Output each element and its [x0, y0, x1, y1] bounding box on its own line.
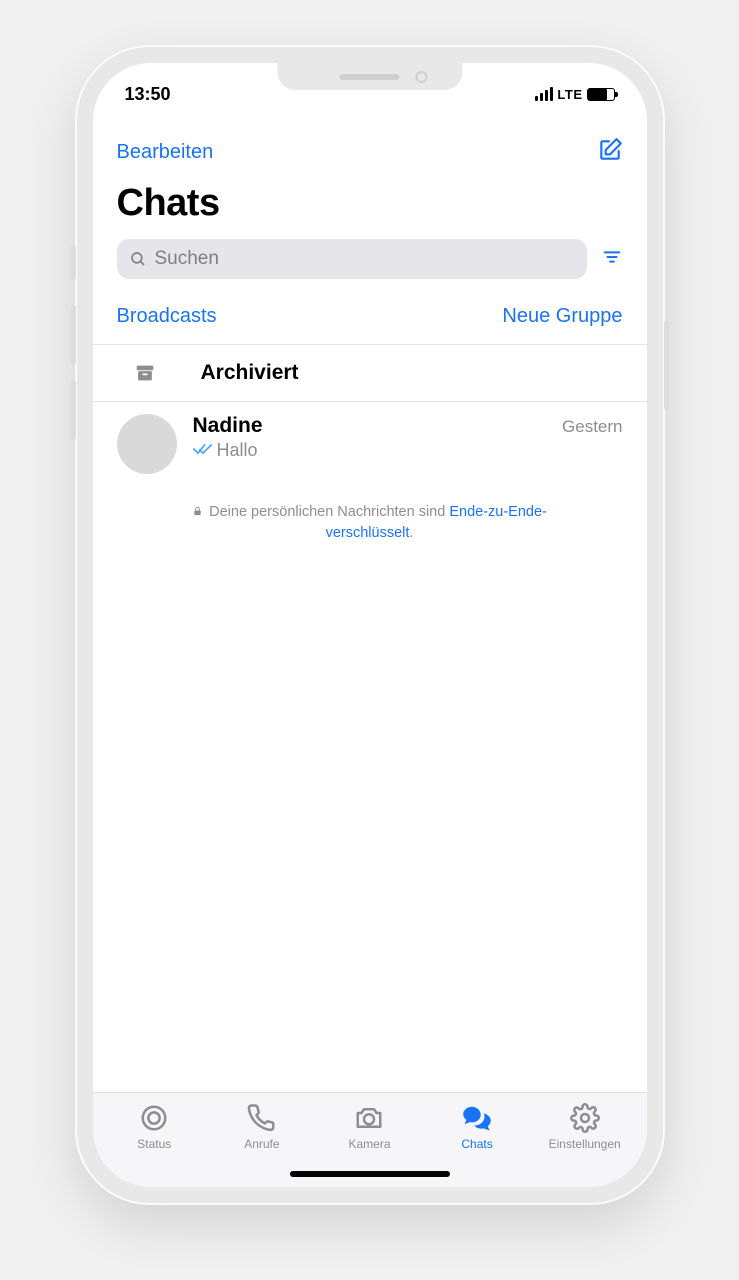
encryption-text-prefix: Deine persönlichen Nachrichten sind: [209, 504, 449, 520]
archive-icon: [117, 362, 173, 384]
page-title: Chats: [117, 182, 623, 225]
tab-calls-label: Anrufe: [244, 1137, 279, 1151]
speaker-grille: [340, 74, 400, 80]
volume-down-button: [71, 380, 76, 440]
camera-icon: [354, 1103, 384, 1133]
tab-settings-label: Einstellungen: [549, 1137, 621, 1151]
status-right: LTE: [535, 87, 614, 102]
chats-icon: [462, 1103, 492, 1133]
chat-preview: Hallo: [217, 440, 258, 461]
front-camera: [415, 71, 427, 83]
gear-icon: [570, 1103, 600, 1133]
status-icon: [139, 1103, 169, 1133]
screen: 13:50 LTE Bearbeiten Chats: [93, 63, 647, 1187]
chat-row[interactable]: Nadine Gestern Hallo: [117, 402, 623, 475]
encryption-text-suffix: .: [409, 525, 413, 541]
home-indicator[interactable]: [290, 1171, 450, 1177]
chat-time: Gestern: [562, 417, 622, 437]
search-input[interactable]: Suchen: [117, 239, 587, 279]
tab-status[interactable]: Status: [101, 1103, 209, 1187]
status-time: 13:50: [125, 84, 171, 105]
tab-settings[interactable]: Einstellungen: [531, 1103, 639, 1187]
edit-button[interactable]: Bearbeiten: [117, 141, 214, 164]
network-label: LTE: [557, 87, 582, 102]
header: Bearbeiten Chats Suchen: [93, 111, 647, 543]
phone-icon: [247, 1103, 277, 1133]
battery-icon: [587, 88, 615, 101]
signal-icon: [535, 87, 553, 101]
encryption-notice: Deine persönlichen Nachrichten sind Ende…: [117, 475, 623, 543]
archived-row[interactable]: Archiviert: [117, 345, 623, 401]
new-group-link[interactable]: Neue Gruppe: [502, 305, 622, 328]
compose-icon[interactable]: [597, 137, 623, 168]
notch: [277, 63, 462, 90]
volume-up-button: [71, 305, 76, 365]
archived-label: Archiviert: [201, 361, 299, 385]
lock-icon: [192, 504, 203, 524]
read-receipt-icon: [193, 440, 213, 461]
phone-device-frame: 13:50 LTE Bearbeiten Chats: [75, 45, 665, 1205]
tab-camera-label: Kamera: [348, 1137, 390, 1151]
search-placeholder: Suchen: [155, 248, 219, 270]
chat-name: Nadine: [193, 414, 263, 438]
broadcasts-link[interactable]: Broadcasts: [117, 305, 217, 328]
filter-icon[interactable]: [601, 246, 623, 273]
avatar: [117, 414, 177, 474]
tab-chats-label: Chats: [461, 1137, 492, 1151]
side-button: [664, 320, 669, 410]
search-icon: [129, 250, 147, 268]
mute-switch: [71, 245, 76, 280]
tab-status-label: Status: [137, 1137, 171, 1151]
